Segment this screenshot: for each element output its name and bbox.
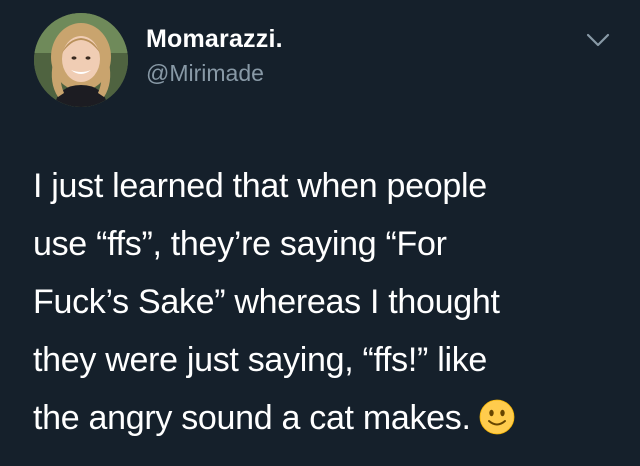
username-handle[interactable]: @Mirimade [146, 60, 264, 87]
tweet-line: they were just saying, “ffs!” like [33, 341, 488, 379]
tweet-line: the angry sound a cat makes. [33, 399, 471, 437]
tweet-line: Fuck’s Sake” whereas I thought [33, 283, 500, 321]
avatar-image [34, 13, 128, 107]
tweet-line: use “ffs”, they’re saying “For [33, 225, 447, 263]
tweet-line: I just learned that when people [33, 167, 487, 205]
display-name[interactable]: Momarazzi. [146, 25, 283, 54]
tweet-card: Momarazzi. @Mirimade I just learned that… [0, 0, 640, 466]
avatar[interactable] [34, 13, 128, 107]
slightly-smiling-face-icon [479, 395, 515, 435]
tweet-text: I just learned that when people use “ffs… [33, 157, 623, 447]
tweet-line-last: the angry sound a cat makes. [33, 389, 623, 447]
chevron-down-icon[interactable] [585, 30, 611, 50]
